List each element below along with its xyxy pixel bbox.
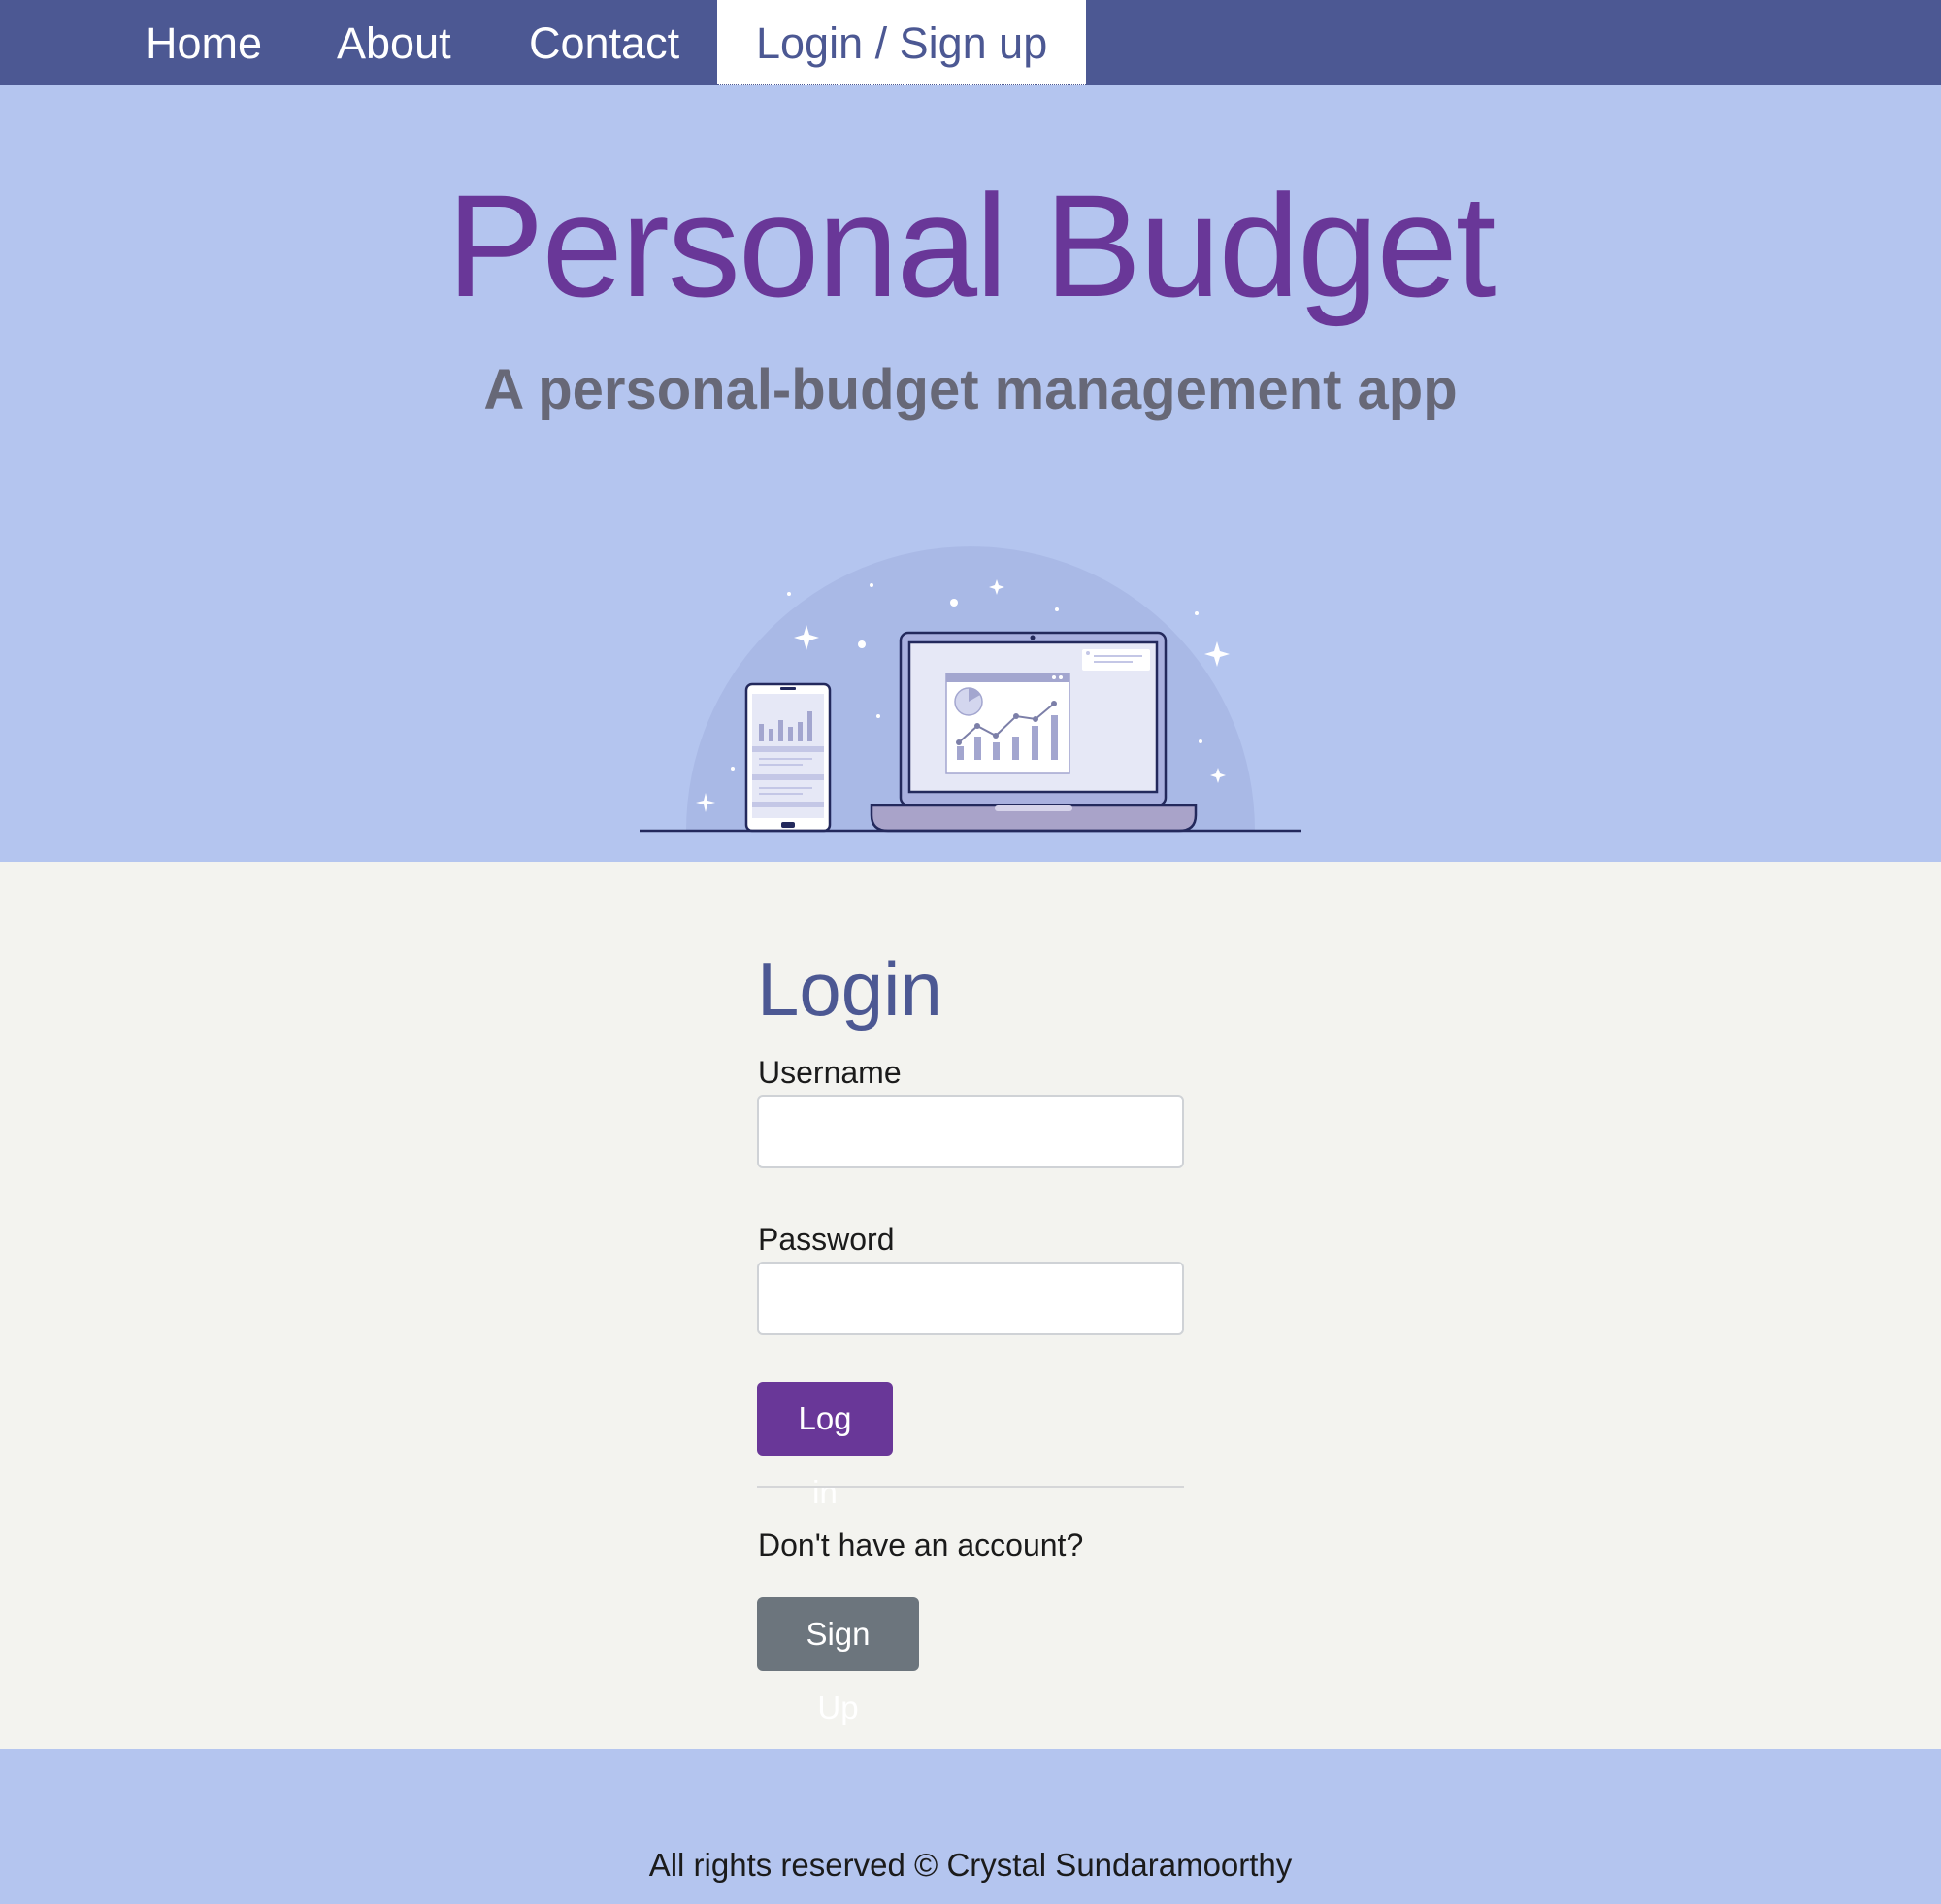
form-divider <box>757 1486 1184 1488</box>
laptop-icon <box>870 631 1198 833</box>
page-footer: All rights reserved © Crystal Sundaramoo… <box>0 1749 1941 1904</box>
login-button[interactable]: Log in <box>757 1382 893 1510</box>
password-input[interactable] <box>757 1262 1184 1335</box>
nav-login-signup-link[interactable]: Login / Sign up <box>717 0 1087 85</box>
nav-contact-link[interactable]: Contact <box>529 0 679 85</box>
password-label: Password <box>758 1222 895 1257</box>
app-title: Personal Budget <box>446 164 1496 327</box>
username-input[interactable] <box>757 1095 1184 1168</box>
username-label: Username <box>758 1055 902 1090</box>
app-subtitle: A personal-budget management app <box>483 358 1458 421</box>
no-account-text: Don't have an account? <box>758 1527 1084 1562</box>
devices-analytics-illustration <box>640 546 1301 833</box>
top-navbar: Home About Contact Login / Sign up <box>0 0 1941 85</box>
nav-home-link[interactable]: Home <box>146 0 262 85</box>
phone-icon <box>744 682 832 833</box>
hero-banner: Personal Budget A personal-budget manage… <box>0 85 1941 862</box>
login-heading: Login <box>757 946 942 1032</box>
login-section: Login Username Password Log in Don't hav… <box>0 862 1941 1749</box>
signup-button[interactable]: Sign Up <box>757 1597 919 1725</box>
copyright-text: All rights reserved © Crystal Sundaramoo… <box>648 1847 1293 1883</box>
nav-about-link[interactable]: About <box>337 0 451 85</box>
